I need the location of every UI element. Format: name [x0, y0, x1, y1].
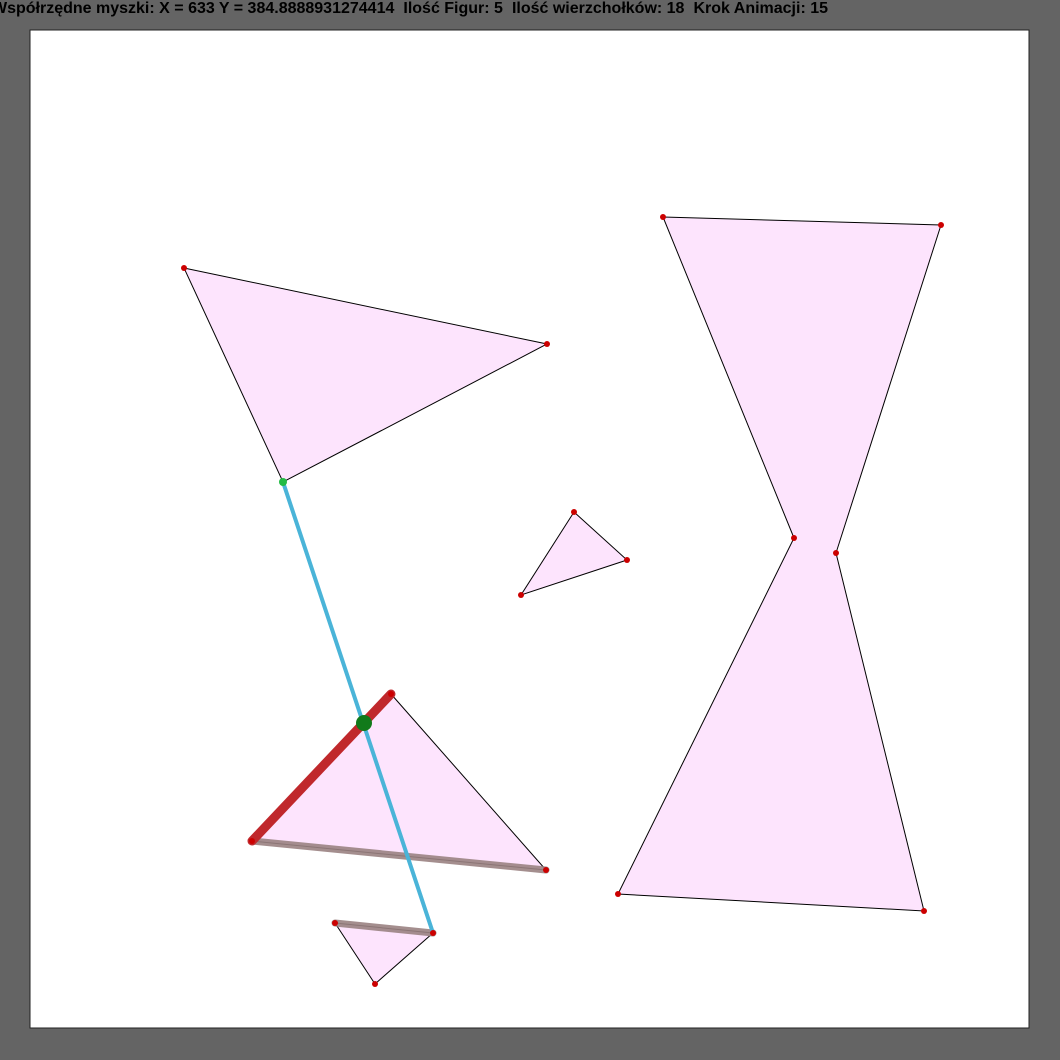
vertex-handle[interactable] — [249, 838, 255, 844]
vertex-handle[interactable] — [430, 930, 436, 936]
status-bar: Współrzędne myszki: X = 633 Y = 384.8888… — [0, 0, 1060, 28]
vertices-count-value: 18 — [666, 0, 685, 17]
vertex-handle[interactable] — [571, 509, 577, 515]
animation-step-value: 15 — [810, 0, 829, 17]
ray-start-point — [279, 478, 287, 486]
mouse-coordinates-label: Współrzędne myszki: X = — [0, 0, 189, 17]
animation-step-label: Krok Animacji: — [693, 0, 811, 17]
vertices-count-label: Ilość wierzchołków: — [511, 0, 667, 17]
vertex-handle[interactable] — [543, 867, 549, 873]
vertex-handle[interactable] — [833, 550, 839, 556]
vertex-handle[interactable] — [938, 222, 944, 228]
vertex-handle[interactable] — [791, 535, 797, 541]
vertex-handle[interactable] — [615, 891, 621, 897]
vertex-handle[interactable] — [660, 214, 666, 220]
figures-count-label: Ilość Figur: — [403, 0, 495, 17]
vertex-handle[interactable] — [372, 981, 378, 987]
mouse-x-value: 633 — [188, 0, 215, 17]
vertex-handle[interactable] — [181, 265, 187, 271]
vertex-handle[interactable] — [332, 920, 338, 926]
figures-count-value: 5 — [494, 0, 503, 17]
drawing-canvas[interactable] — [0, 0, 1060, 1060]
vertex-handle[interactable] — [518, 592, 524, 598]
mouse-y-label: Y = — [214, 0, 248, 17]
vertex-handle[interactable] — [624, 557, 630, 563]
vertex-handle[interactable] — [544, 341, 550, 347]
intersection-point — [356, 715, 372, 731]
vertex-handle[interactable] — [388, 691, 394, 697]
mouse-y-value: 384.8888931274414 — [247, 0, 395, 17]
vertex-handle[interactable] — [921, 908, 927, 914]
